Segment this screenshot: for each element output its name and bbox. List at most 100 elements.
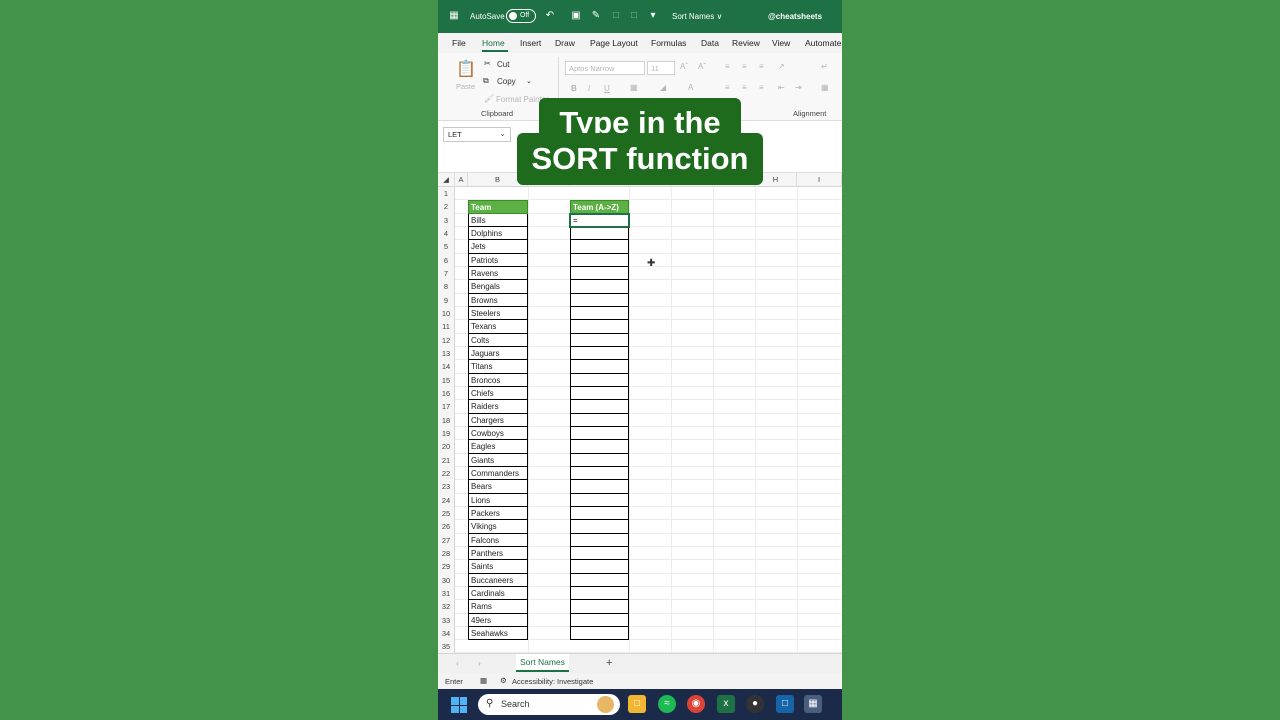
paste-icon[interactable]: 📋: [456, 59, 476, 79]
team-cell[interactable]: Cowboys: [468, 426, 528, 441]
calculator-icon[interactable]: ▦: [804, 695, 822, 713]
sorted-cell[interactable]: [570, 373, 629, 387]
sorted-cell[interactable]: [570, 400, 629, 414]
paste-button[interactable]: Paste: [456, 82, 475, 91]
borders-icon[interactable]: ▦: [630, 83, 638, 92]
team-cell[interactable]: Cardinals: [468, 586, 528, 601]
row-number[interactable]: 24: [438, 493, 455, 507]
sorted-cell[interactable]: [570, 386, 629, 401]
sorted-cell[interactable]: [570, 413, 629, 427]
tab-data[interactable]: Data: [701, 38, 719, 48]
decrease-font-icon[interactable]: Aˇ: [698, 62, 706, 71]
team-cell[interactable]: Broncos: [468, 373, 528, 387]
orientation-icon[interactable]: ↗: [778, 62, 785, 71]
macro-record-icon[interactable]: ▦: [480, 676, 487, 685]
row-number[interactable]: 19: [438, 426, 455, 441]
row-number[interactable]: 30: [438, 573, 455, 587]
row-number[interactable]: 20: [438, 440, 455, 454]
team-cell[interactable]: Jets: [468, 240, 528, 254]
team-cell[interactable]: Titans: [468, 360, 528, 374]
wrap-text-icon[interactable]: ↵: [821, 62, 828, 71]
sorted-cell[interactable]: [570, 280, 629, 294]
font-size-select[interactable]: 11: [647, 61, 675, 75]
column-header-i[interactable]: I: [797, 173, 842, 187]
team-cell[interactable]: 49ers: [468, 613, 528, 627]
row-number[interactable]: 34: [438, 626, 455, 641]
sorted-cell[interactable]: [570, 306, 629, 321]
team-cell[interactable]: Lions: [468, 493, 528, 507]
underline-icon[interactable]: U: [604, 84, 610, 93]
row-number[interactable]: 15: [438, 373, 455, 387]
row-number[interactable]: 3: [438, 213, 455, 227]
team-cell[interactable]: Bears: [468, 480, 528, 494]
sorted-cell[interactable]: [570, 520, 629, 534]
accessibility-icon[interactable]: ⚙: [500, 676, 507, 685]
row-number[interactable]: 14: [438, 360, 455, 374]
team-cell[interactable]: Dolphins: [468, 226, 528, 241]
select-all-corner[interactable]: ◢: [438, 173, 455, 187]
align-right-icon[interactable]: ≡: [759, 83, 764, 92]
sorted-cell[interactable]: [570, 613, 629, 627]
copy-button[interactable]: Copy: [497, 77, 516, 86]
team-cell[interactable]: Rams: [468, 600, 528, 614]
team-cell[interactable]: Browns: [468, 293, 528, 307]
tab-home[interactable]: Home: [482, 38, 505, 48]
team-cell[interactable]: Chargers: [468, 413, 528, 427]
sorted-cell[interactable]: [570, 560, 629, 574]
align-bottom-icon[interactable]: ≡: [759, 62, 764, 71]
tab-review[interactable]: Review: [732, 38, 760, 48]
column-header-a[interactable]: A: [455, 173, 468, 187]
sheet-tab-sort-names[interactable]: Sort Names: [516, 654, 569, 672]
undo-icon[interactable]: ↶: [544, 10, 556, 22]
row-number[interactable]: 8: [438, 280, 455, 294]
copy-icon[interactable]: ⧉: [483, 76, 489, 86]
align-top-icon[interactable]: ≡: [725, 62, 730, 71]
row-number[interactable]: 16: [438, 386, 455, 401]
row-number[interactable]: 1: [438, 187, 455, 201]
active-cell-d3[interactable]: [569, 213, 630, 228]
merge-icon[interactable]: ▦: [821, 83, 829, 92]
sorted-cell[interactable]: [570, 506, 629, 521]
row-number[interactable]: 32: [438, 600, 455, 614]
cut-icon[interactable]: ✂: [484, 59, 491, 68]
fill-color-icon[interactable]: ◢: [660, 83, 666, 92]
row-number[interactable]: 28: [438, 546, 455, 561]
row-number[interactable]: 9: [438, 293, 455, 307]
tab-formulas[interactable]: Formulas: [651, 38, 686, 48]
sorted-cell[interactable]: [570, 240, 629, 254]
bold-icon[interactable]: B: [571, 84, 577, 93]
row-number[interactable]: 11: [438, 320, 455, 334]
tab-view[interactable]: View: [772, 38, 790, 48]
team-cell[interactable]: Patriots: [468, 253, 528, 267]
sorted-cell[interactable]: [570, 333, 629, 347]
team-cell[interactable]: Buccaneers: [468, 573, 528, 587]
tab-file[interactable]: File: [452, 38, 466, 48]
copy-dropdown-icon[interactable]: ⌄: [526, 77, 532, 85]
team-cell[interactable]: Steelers: [468, 306, 528, 321]
row-number[interactable]: 22: [438, 466, 455, 481]
row-number[interactable]: 2: [438, 200, 455, 214]
row-number[interactable]: 33: [438, 613, 455, 627]
row-number[interactable]: 26: [438, 520, 455, 534]
accessibility-status[interactable]: Accessibility: Investigate: [512, 677, 593, 686]
sorted-cell[interactable]: [570, 493, 629, 507]
worksheet-grid[interactable]: ◢ A B H I 1 2 Team Team (A->Z) 3 Bills = 4 Dolph…: [438, 173, 842, 653]
sorted-cell[interactable]: [570, 253, 629, 267]
tab-automate[interactable]: Automate: [805, 38, 841, 48]
obs-icon[interactable]: ●: [746, 695, 764, 713]
sorted-cell[interactable]: [570, 533, 629, 547]
decrease-indent-icon[interactable]: ⇤: [778, 83, 785, 92]
team-cell[interactable]: Panthers: [468, 546, 528, 561]
team-cell[interactable]: Packers: [468, 506, 528, 521]
team-cell[interactable]: Eagles: [468, 440, 528, 454]
autosave-toggle[interactable]: Off: [506, 9, 536, 23]
increase-font-icon[interactable]: Aˆ: [680, 62, 688, 71]
row-number[interactable]: 35: [438, 640, 455, 653]
increase-indent-icon[interactable]: ⇥: [795, 83, 802, 92]
chrome-icon[interactable]: ◉: [687, 695, 705, 713]
team-cell[interactable]: Ravens: [468, 266, 528, 281]
spotify-icon[interactable]: ≈: [658, 695, 676, 713]
row-number[interactable]: 13: [438, 346, 455, 361]
row-number[interactable]: 17: [438, 400, 455, 414]
file-icon[interactable]: □: [610, 10, 622, 22]
